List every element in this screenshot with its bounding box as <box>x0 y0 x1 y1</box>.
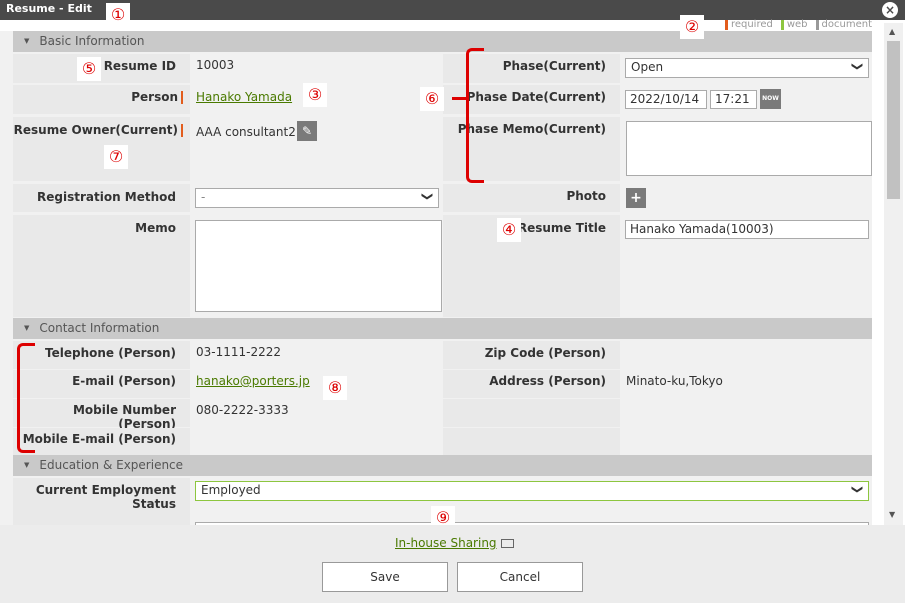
registration-method-select[interactable]: - ❯ <box>195 188 439 208</box>
cancel-button[interactable]: Cancel <box>457 562 583 592</box>
collapse-triangle-icon: ▼ <box>24 324 30 332</box>
resume-title-label: Resume Title <box>517 221 606 235</box>
annotation-brace-contact <box>17 343 35 453</box>
phase-select[interactable]: Open ❯ <box>625 58 869 78</box>
add-photo-button[interactable]: + <box>626 188 646 208</box>
footer-bar: In-house Sharing Save Cancel <box>0 525 905 603</box>
annotation-brace-phase <box>466 48 484 183</box>
edit-owner-pencil-icon[interactable]: ✎ <box>297 121 317 141</box>
email-link[interactable]: hanako@porters.jp <box>196 374 310 388</box>
annotation-7: ⑦ <box>104 145 128 169</box>
section-contact-information[interactable]: ▼ Contact Information <box>13 318 872 339</box>
memo-textarea[interactable] <box>195 220 442 312</box>
annotation-2: ② <box>680 15 704 39</box>
scrollbar-thumb[interactable] <box>887 41 900 199</box>
chevron-down-icon: ❯ <box>850 484 864 495</box>
close-icon[interactable]: × <box>882 2 898 18</box>
row-bg <box>443 399 620 427</box>
resume-owner-value: AAA consultant2 <box>196 125 296 139</box>
address-label: Address (Person) <box>489 374 606 388</box>
mobile-number-value: 080-2222-3333 <box>196 403 289 417</box>
legend-web: web <box>780 19 808 30</box>
chevron-down-icon: ❯ <box>850 61 864 72</box>
mobile-email-label: Mobile E-mail (Person) <box>22 432 176 446</box>
employment-status-label: Current Employment Status <box>35 483 176 511</box>
vertical-scrollbar[interactable]: ▲ ▼ <box>884 23 903 525</box>
telephone-label: Telephone (Person) <box>45 346 176 360</box>
title-bar: Resume - Edit × <box>0 0 905 20</box>
annotation-8: ⑧ <box>323 376 347 400</box>
photo-label: Photo <box>566 189 606 203</box>
scroll-up-arrow-icon[interactable]: ▲ <box>889 27 895 36</box>
chevron-down-icon: ❯ <box>420 191 434 202</box>
annotation-5: ⑤ <box>77 57 101 81</box>
email-label: E-mail (Person) <box>72 374 176 388</box>
annotation-4: ④ <box>497 218 521 242</box>
in-house-sharing[interactable]: In-house Sharing <box>395 536 514 550</box>
registration-method-label: Registration Method <box>37 190 176 204</box>
annotation-3: ③ <box>303 83 327 107</box>
section-basic-information[interactable]: ▼ Basic Information <box>13 31 872 52</box>
telephone-value: 03-1111-2222 <box>196 345 282 359</box>
annotation-brace-tip <box>452 97 467 100</box>
save-button[interactable]: Save <box>322 562 448 592</box>
resume-owner-label: Resume Owner(Current) <box>13 123 183 137</box>
collapse-triangle-icon: ▼ <box>24 37 30 45</box>
phase-memo-textarea[interactable] <box>626 121 872 176</box>
mobile-number-label: Mobile Number (Person) <box>72 403 176 431</box>
window-title: Resume - Edit <box>6 2 92 15</box>
employment-status-select[interactable]: Employed ❯ <box>195 481 869 501</box>
annotation-1: ① <box>106 3 130 27</box>
resume-id-value: 10003 <box>196 58 235 72</box>
phase-date-input[interactable]: 2022/10/14 <box>625 90 707 109</box>
phase-time-input[interactable]: 17:21 <box>710 90 757 109</box>
memo-label: Memo <box>135 221 176 235</box>
collapse-triangle-icon: ▼ <box>24 461 30 469</box>
annotation-6: ⑥ <box>420 87 444 111</box>
field-legend: required web document <box>724 19 872 30</box>
scroll-down-arrow-icon[interactable]: ▼ <box>889 510 895 519</box>
legend-document: document <box>815 19 872 30</box>
section-education-experience[interactable]: ▼ Education & Experience <box>13 455 872 476</box>
person-link[interactable]: Hanako Yamada <box>196 90 292 104</box>
monitor-icon <box>500 538 514 548</box>
resume-title-input[interactable]: Hanako Yamada(10003) <box>625 220 869 239</box>
now-button[interactable]: NOW <box>760 89 781 109</box>
zip-code-label: Zip Code (Person) <box>484 346 606 360</box>
address-value: Minato-ku,Tokyo <box>626 374 723 388</box>
in-house-sharing-link[interactable]: In-house Sharing <box>395 536 497 550</box>
person-label: Person <box>13 90 183 104</box>
row-bg <box>443 428 620 455</box>
legend-required: required <box>724 19 773 30</box>
